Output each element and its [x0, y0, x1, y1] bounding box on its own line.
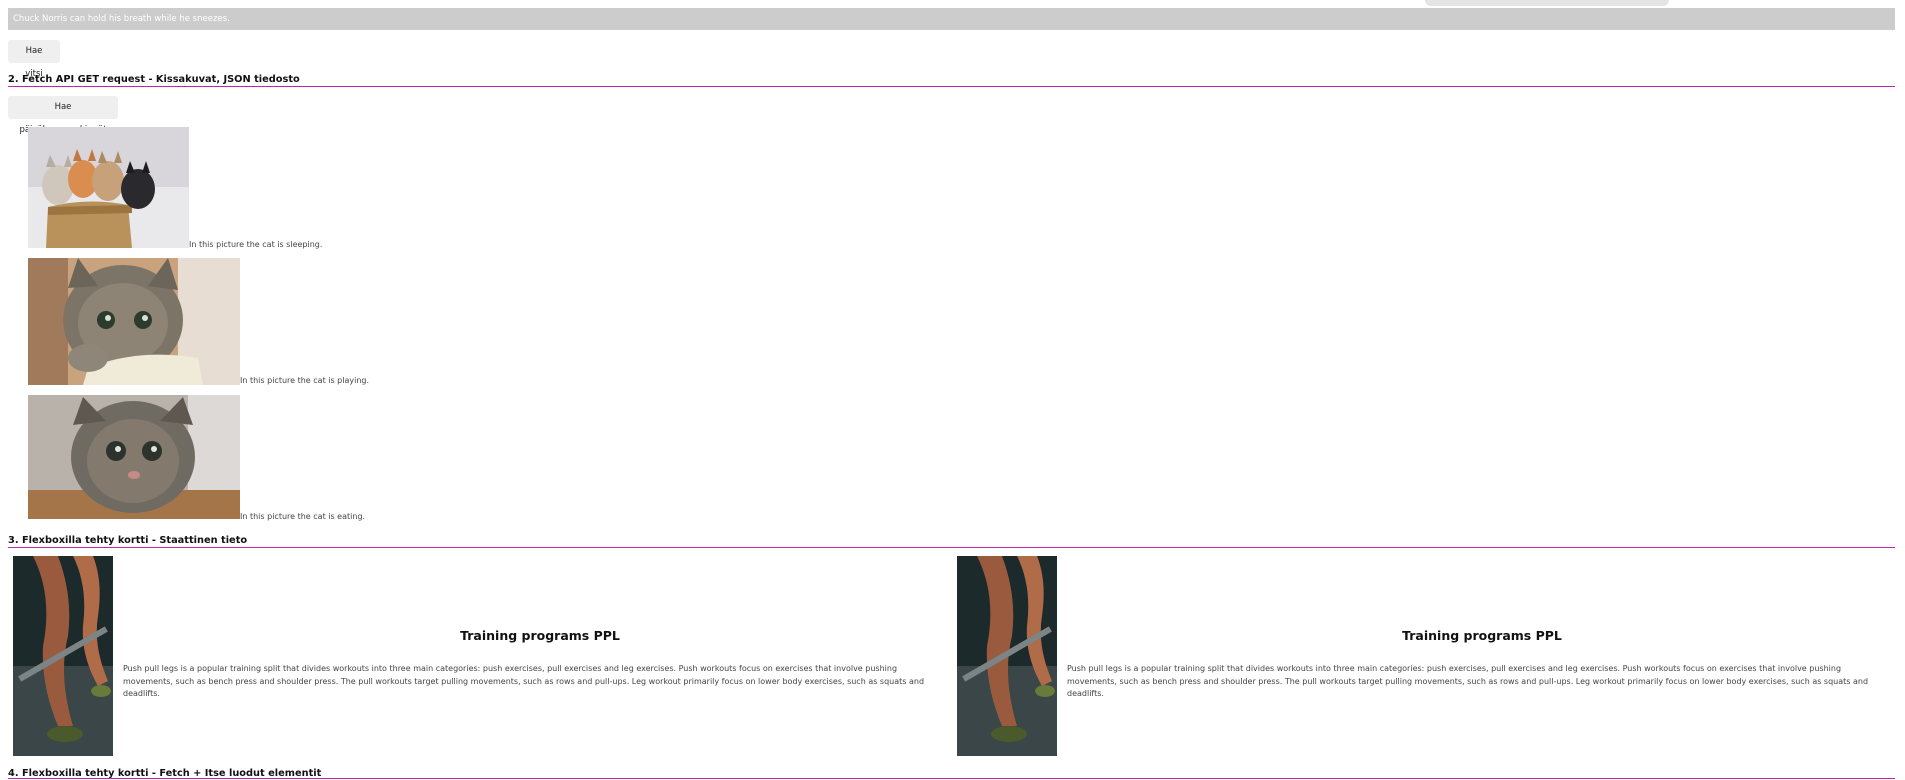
fetch-joke-button[interactable]: Hae vitsi: [8, 40, 60, 79]
fetch-cats-button[interactable]: Hae päiväkuvamerkinnät: [8, 96, 118, 135]
section-divider: [8, 547, 1895, 548]
cat-caption: In this picture the cat is playing.: [240, 376, 370, 385]
card-title: Training programs PPL: [460, 628, 620, 643]
section-divider: [8, 86, 1895, 87]
card-image-training: [957, 556, 1057, 756]
cat-caption: In this picture the cat is eating.: [240, 512, 366, 521]
cat-image-sleeping: [28, 127, 189, 248]
section-2-title: 2. Fetch API GET request - Kissakuvat, J…: [8, 74, 300, 85]
scrollbar-thumb[interactable]: [1425, 0, 1669, 6]
card-text: Push pull legs is a popular training spl…: [123, 664, 925, 698]
card-image-training: [13, 556, 113, 756]
cat-image-eating: [28, 395, 240, 519]
cat-caption: In this picture the cat is sleeping.: [189, 240, 323, 249]
joke-text: Chuck Norris can hold his breath while h…: [8, 8, 1895, 30]
card-title: Training programs PPL: [1402, 628, 1562, 643]
section-3-title: 3. Flexboxilla tehty kortti - Staattinen…: [8, 535, 248, 546]
section-divider: [8, 778, 1895, 779]
cat-image-playing: [28, 258, 240, 385]
card-text: Push pull legs is a popular training spl…: [1067, 664, 1869, 698]
